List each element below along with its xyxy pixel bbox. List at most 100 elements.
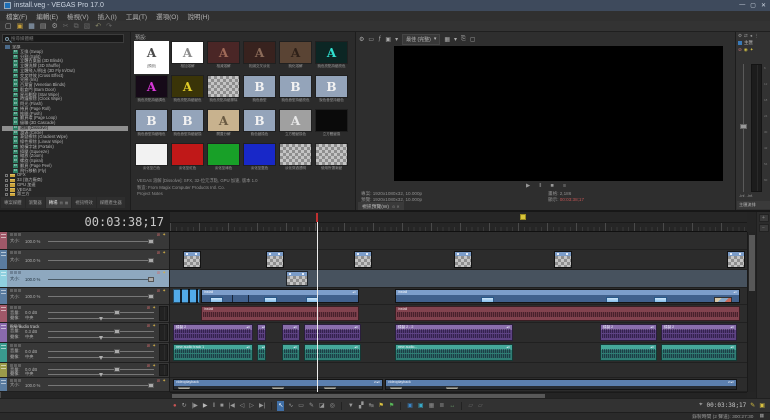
- search-box[interactable]: [2, 34, 124, 43]
- record-button[interactable]: ●: [172, 401, 178, 411]
- zoom-out-button[interactable]: −: [759, 224, 769, 232]
- menu-item[interactable]: 工具(T): [126, 11, 147, 21]
- envelope-edit-tool-button[interactable]: ∿: [287, 401, 294, 411]
- preset-item[interactable]: 立方體變換: [314, 109, 349, 142]
- track-header[interactable]: ⊘✦音量:0.0 dB聲像:中央: [0, 363, 169, 378]
- menu-item[interactable]: 選項(O): [156, 11, 178, 21]
- save-snapshot-icon[interactable]: ▢: [470, 36, 476, 43]
- caret-icon[interactable]: ▾: [395, 36, 398, 43]
- track-fx-icon[interactable]: ✦: [162, 250, 166, 256]
- tab-close-icon[interactable]: ✕: [396, 204, 399, 209]
- edit-cursor-icon[interactable]: ✎: [750, 402, 755, 409]
- master-mute-icon[interactable]: ⊘: [738, 47, 742, 53]
- menu-item[interactable]: 檢視(V): [67, 11, 89, 21]
- playhead[interactable]: [317, 222, 318, 392]
- timeline-clip[interactable]: [727, 251, 745, 268]
- timeline-clip[interactable]: 錄製 2▴≡: [600, 324, 657, 341]
- zoom-tool-button[interactable]: ◎: [329, 401, 336, 411]
- slider-handle[interactable]: [99, 336, 103, 340]
- timeline-clip[interactable]: videoplayback⇄▴≡: [173, 379, 383, 390]
- overlays-icon[interactable]: ▦: [444, 36, 450, 43]
- slider-handle[interactable]: [148, 383, 154, 388]
- track-mute-icon[interactable]: ⊘: [156, 250, 160, 256]
- master-properties-icon[interactable]: ⚙: [738, 33, 742, 39]
- timeline-clip[interactable]: install▴≡: [395, 289, 740, 303]
- preview-menu-icon[interactable]: ≡: [563, 183, 566, 189]
- track-mute-icon[interactable]: ⊘: [156, 232, 160, 238]
- track-color-tab[interactable]: [0, 363, 7, 377]
- slider-handle[interactable]: [148, 277, 154, 282]
- track-color-tab[interactable]: [0, 250, 7, 269]
- track-slider[interactable]: [48, 374, 154, 375]
- enable-snapping-button[interactable]: ▼: [347, 401, 355, 411]
- undo-icon[interactable]: ↶: [95, 22, 101, 31]
- timeline-clip[interactable]: ▴≡: [661, 344, 737, 361]
- preset-item[interactable]: A銳色亮點持續調色: [134, 75, 169, 108]
- slider-handle[interactable]: [114, 349, 120, 354]
- new-project-icon[interactable]: ▢: [5, 22, 12, 31]
- track-lane[interactable]: install▴≡install▴≡: [170, 288, 747, 305]
- track-header[interactable]: ⊘✦大小:100.0 %: [0, 270, 169, 288]
- track-header[interactable]: ⊘✦大小:100.0 %: [0, 378, 169, 392]
- open-project-icon[interactable]: ▣: [17, 22, 24, 31]
- timeline-clip[interactable]: ▴≡: [282, 324, 300, 341]
- preview-stop-button[interactable]: ■: [550, 183, 553, 189]
- track-slider[interactable]: [48, 357, 154, 358]
- render-as-icon[interactable]: ▤: [40, 22, 47, 31]
- preset-item[interactable]: B銳色疊型持續暗色: [134, 109, 169, 142]
- search-input[interactable]: [11, 36, 121, 41]
- paste-icon[interactable]: ▧: [84, 22, 91, 31]
- project-video-properties-icon[interactable]: ⚙: [359, 36, 364, 43]
- expander-icon[interactable]: [5, 179, 8, 182]
- track-slider[interactable]: [48, 337, 154, 338]
- slider-handle[interactable]: [148, 294, 154, 299]
- master-solo-icon[interactable]: ◉: [744, 47, 748, 53]
- track-mute-icon[interactable]: ⊘: [156, 270, 160, 276]
- track-color-tab[interactable]: [0, 305, 7, 322]
- preset-item[interactable]: A開置分解: [206, 109, 241, 142]
- master-bus-window-button[interactable]: ▦: [428, 401, 436, 411]
- timeline-clip[interactable]: ▴≡: [257, 324, 266, 341]
- track-fx-icon[interactable]: ✦: [162, 232, 166, 238]
- master-fx-icon[interactable]: ✦: [750, 47, 754, 53]
- insert-region-button[interactable]: ⚑: [388, 401, 395, 411]
- cursor-position-display[interactable]: 00:03:38;17: [707, 402, 747, 409]
- track-header[interactable]: ⊘✦音量:0.0 dB聲像:中央: [0, 343, 169, 363]
- timeline-clip[interactable]: 錄製 2▴≡: [173, 324, 253, 341]
- preset-item[interactable]: 淡化至藍色: [242, 143, 277, 176]
- track-fx-icon[interactable]: ✦: [162, 288, 166, 294]
- preset-item[interactable]: B銳色疊型持續色: [314, 75, 349, 108]
- previous-frame-button[interactable]: ◁: [239, 401, 246, 411]
- track-header[interactable]: ⊘✦new audio track音量:0.3 dB聲像:中央: [0, 323, 169, 343]
- timeline-clip[interactable]: [286, 271, 308, 286]
- preset-item[interactable]: A銳色亮點持續亮色: [314, 41, 349, 74]
- timeline-clip[interactable]: new audio...▴≡: [395, 344, 513, 361]
- preset-item[interactable]: 銳色亮點持續擦除: [206, 75, 241, 108]
- track-lane[interactable]: [170, 270, 747, 288]
- track-lane[interactable]: [170, 232, 747, 250]
- track-fx-icon[interactable]: ✦: [162, 270, 166, 276]
- play-from-start-button[interactable]: |▶: [191, 401, 199, 411]
- preview-pause-button[interactable]: ‖: [539, 183, 541, 189]
- tab-view-icon[interactable]: ▦: [65, 201, 68, 205]
- expander-icon[interactable]: [5, 184, 8, 187]
- auto-ripple-button[interactable]: ▞: [358, 401, 365, 411]
- copy-snapshot-icon[interactable]: ⎘: [461, 36, 466, 43]
- project-properties-icon[interactable]: ⚙: [52, 22, 58, 31]
- external-monitor-icon[interactable]: ▭: [368, 36, 374, 43]
- track-color-tab[interactable]: [0, 270, 7, 287]
- copy-icon[interactable]: ⧉: [74, 22, 79, 31]
- timeline-clip[interactable]: ▴≡: [257, 344, 266, 361]
- track-header[interactable]: ⊘✦大小:100.0 %: [0, 232, 169, 250]
- track-slider[interactable]: [48, 385, 154, 386]
- minimize-button[interactable]: —: [739, 2, 745, 9]
- track-lane[interactable]: installinstall: [170, 305, 747, 323]
- track-slider[interactable]: [48, 312, 154, 313]
- timeline-clip[interactable]: 錄製 2▴≡: [661, 324, 737, 341]
- tab-view-icon[interactable]: ▤: [60, 201, 63, 205]
- track-slider[interactable]: [48, 369, 154, 370]
- dock-tab[interactable]: 視訊特效: [72, 197, 96, 208]
- timeline-clip[interactable]: ▴≡: [304, 324, 361, 341]
- dock-tab[interactable]: 媒體產生器: [97, 197, 125, 208]
- timeline-clip[interactable]: 錄製 2 - 2▴≡: [395, 324, 513, 341]
